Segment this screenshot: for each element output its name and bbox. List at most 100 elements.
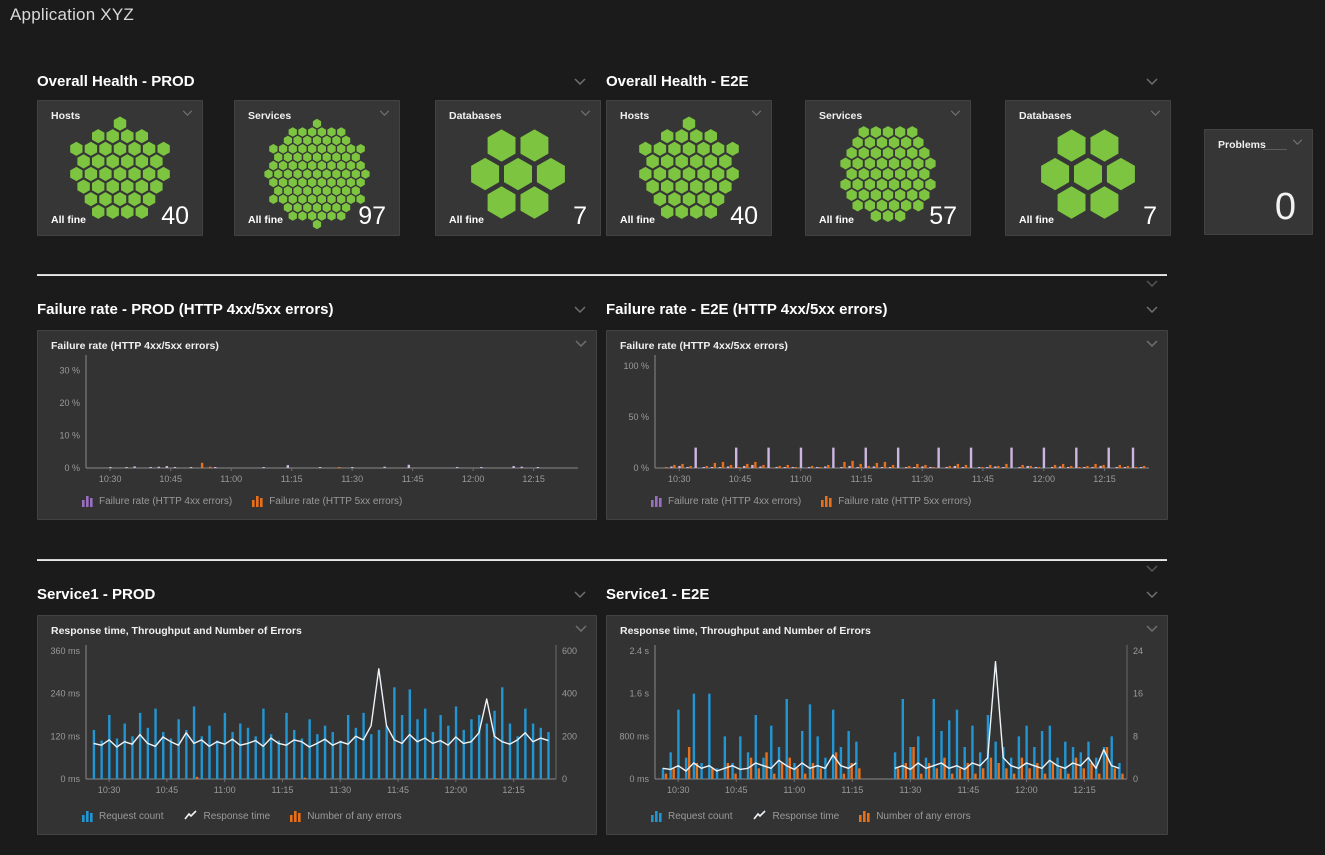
svg-text:11:45: 11:45 — [972, 474, 994, 484]
legend-label: Failure rate (HTTP 4xx errors) — [99, 496, 232, 507]
chevron-down-icon[interactable] — [379, 110, 390, 116]
line-series-icon — [753, 810, 767, 822]
problems-trend-placeholder — [1263, 149, 1287, 150]
service1-e2e-chart[interactable]: 0 ms800 ms1.6 s2.4 s08162410:3010:4511:0… — [607, 616, 1167, 834]
chevron-down-icon[interactable] — [1146, 625, 1158, 632]
chevron-down-icon[interactable] — [574, 591, 586, 598]
health-tile-hosts-prod[interactable]: Hosts All fine 40 — [37, 100, 203, 236]
legend-label: Request count — [99, 811, 164, 822]
legend-item[interactable]: Failure rate (HTTP 4xx errors) — [82, 495, 232, 507]
legend-item[interactable]: Number of any errors — [859, 810, 970, 822]
line-series-icon — [184, 810, 198, 822]
svg-text:0 ms: 0 ms — [629, 774, 649, 784]
count-value: 97 — [358, 206, 386, 226]
svg-text:16: 16 — [1133, 689, 1143, 699]
failure-rate-e2e-chart[interactable]: 0 %50 %100 %10:3010:4511:0011:1511:3011:… — [607, 331, 1167, 519]
health-tile-hosts-e2e[interactable]: Hosts All fine 40 — [606, 100, 772, 236]
problems-tile[interactable]: Problems 0 — [1204, 129, 1313, 235]
tile-title: Response time, Throughput and Number of … — [51, 625, 302, 637]
health-tile-services-e2e[interactable]: Services All fine 57 — [805, 100, 971, 236]
svg-text:12:00: 12:00 — [445, 785, 468, 795]
service1-prod-tile: 0 ms120 ms240 ms360 ms020040060010:3010:… — [37, 615, 597, 835]
chevron-down-icon[interactable] — [574, 78, 586, 85]
status-label: All fine — [248, 214, 283, 226]
svg-text:11:00: 11:00 — [214, 785, 236, 795]
chevron-down-icon[interactable] — [1146, 78, 1158, 85]
bar-series-icon — [859, 810, 870, 822]
chevron-down-icon[interactable] — [1150, 110, 1161, 116]
svg-text:800 ms: 800 ms — [619, 731, 649, 741]
tile-title: Databases — [1019, 110, 1072, 122]
failure-rate-prod-chart[interactable]: 0 %10 %20 %30 %10:3010:4511:0011:1511:30… — [38, 331, 596, 519]
chevron-down-icon[interactable] — [574, 306, 586, 313]
section-header-failure-e2e: Failure rate - E2E (HTTP 4xx/5xx errors) — [606, 301, 888, 318]
failure-rate-e2e-tile: 0 %50 %100 %10:3010:4511:0011:1511:3011:… — [606, 330, 1168, 520]
svg-text:400: 400 — [562, 689, 577, 699]
chevron-down-icon[interactable] — [751, 110, 762, 116]
svg-text:11:30: 11:30 — [911, 474, 933, 484]
health-tile-databases-e2e[interactable]: Databases All fine 7 — [1005, 100, 1171, 236]
health-tile-databases-prod[interactable]: Databases All fine 7 — [435, 100, 601, 236]
legend-label: Number of any errors — [307, 811, 401, 822]
chevron-down-icon[interactable] — [575, 625, 587, 632]
legend-item[interactable]: Failure rate (HTTP 4xx errors) — [651, 495, 801, 507]
svg-text:8: 8 — [1133, 731, 1138, 741]
svg-text:50 %: 50 % — [628, 412, 649, 422]
health-tile-services-prod[interactable]: Services All fine 97 — [234, 100, 400, 236]
chevron-down-icon[interactable] — [580, 110, 591, 116]
svg-text:10:45: 10:45 — [156, 785, 179, 795]
legend-item[interactable]: Response time — [184, 810, 271, 822]
legend-item[interactable]: Number of any errors — [290, 810, 401, 822]
section-header-failure-prod: Failure rate - PROD (HTTP 4xx/5xx errors… — [37, 301, 334, 318]
svg-text:11:00: 11:00 — [220, 474, 242, 484]
tile-title: Problems — [1218, 139, 1266, 151]
svg-text:10:30: 10:30 — [99, 474, 122, 484]
svg-text:120 ms: 120 ms — [50, 731, 80, 741]
svg-text:12:00: 12:00 — [1032, 474, 1055, 484]
chevron-down-icon[interactable] — [182, 110, 193, 116]
svg-text:11:15: 11:15 — [851, 474, 873, 484]
legend-item[interactable]: Failure rate (HTTP 5xx errors) — [252, 495, 402, 507]
chart-legend: Failure rate (HTTP 4xx errors) Failure ra… — [82, 495, 402, 507]
svg-text:10:45: 10:45 — [159, 474, 182, 484]
svg-text:11:30: 11:30 — [329, 785, 351, 795]
chevron-down-icon[interactable] — [1146, 591, 1158, 598]
tile-title: Databases — [449, 110, 502, 122]
section-header-service1-prod: Service1 - PROD — [37, 586, 155, 603]
legend-item[interactable]: Response time — [753, 810, 840, 822]
status-label: All fine — [620, 214, 655, 226]
chart-canvas: 0 ms800 ms1.6 s2.4 s08162410:3010:4511:0… — [607, 616, 1167, 834]
svg-text:12:15: 12:15 — [522, 474, 545, 484]
svg-text:12:15: 12:15 — [502, 785, 525, 795]
status-label: All fine — [1019, 214, 1054, 226]
svg-text:12:15: 12:15 — [1093, 474, 1116, 484]
tile-title: Failure rate (HTTP 4xx/5xx errors) — [620, 340, 788, 352]
chevron-down-icon[interactable] — [575, 340, 587, 347]
svg-text:1.6 s: 1.6 s — [629, 689, 649, 699]
legend-item[interactable]: Failure rate (HTTP 5xx errors) — [821, 495, 971, 507]
bar-series-icon — [651, 495, 662, 507]
section-header-overall-health-prod: Overall Health - PROD — [37, 73, 195, 90]
legend-item[interactable]: Request count — [651, 810, 733, 822]
chart-canvas: 0 %50 %100 %10:3010:4511:0011:1511:3011:… — [607, 331, 1167, 519]
bar-series-icon — [82, 495, 93, 507]
svg-text:11:45: 11:45 — [402, 474, 424, 484]
svg-text:0: 0 — [562, 774, 567, 784]
chevron-down-icon[interactable] — [1292, 139, 1303, 145]
section-header-overall-health-e2e: Overall Health - E2E — [606, 73, 749, 90]
chevron-down-icon[interactable] — [1146, 340, 1158, 347]
chevron-down-icon[interactable] — [1146, 280, 1158, 287]
section-divider — [37, 274, 1167, 276]
chart-canvas: 0 %10 %20 %30 %10:3010:4511:0011:1511:30… — [38, 331, 596, 519]
chevron-down-icon[interactable] — [1146, 306, 1158, 313]
chevron-down-icon[interactable] — [1146, 565, 1158, 572]
service1-prod-chart[interactable]: 0 ms120 ms240 ms360 ms020040060010:3010:… — [38, 616, 596, 834]
section-header-service1-e2e: Service1 - E2E — [606, 586, 709, 603]
svg-text:10:45: 10:45 — [729, 474, 752, 484]
chart-legend: Request count Response time Number of any … — [82, 810, 402, 822]
svg-text:0 %: 0 % — [633, 463, 649, 473]
count-value: 40 — [730, 206, 758, 226]
chevron-down-icon[interactable] — [950, 110, 961, 116]
legend-item[interactable]: Request count — [82, 810, 164, 822]
legend-label: Request count — [668, 811, 733, 822]
